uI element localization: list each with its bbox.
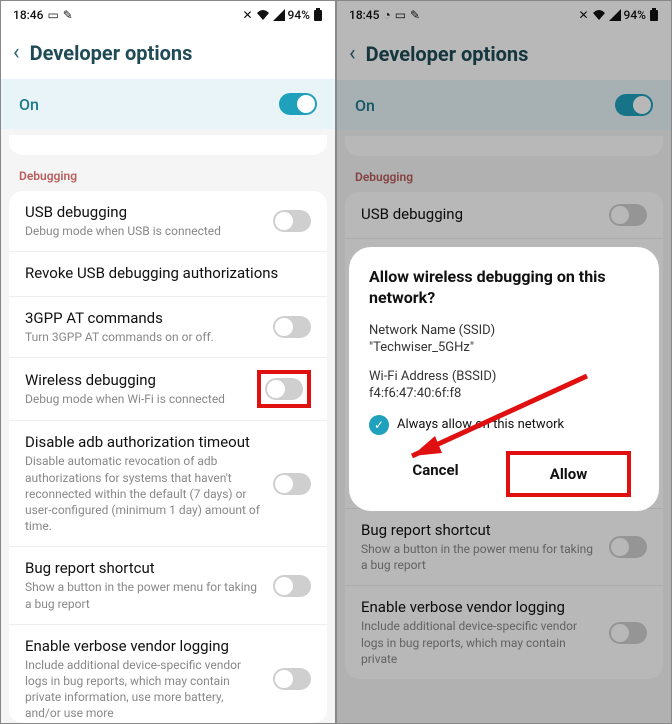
row-title: Bug report shortcut <box>25 559 261 577</box>
allow-button[interactable]: Allow <box>506 451 631 497</box>
row-3gpp[interactable]: 3GPP AT commands Turn 3GPP AT commands o… <box>9 296 327 357</box>
master-toggle[interactable] <box>279 93 317 115</box>
3gpp-toggle[interactable] <box>273 316 311 338</box>
ssid-value: "Techwiser_5GHz" <box>369 340 639 355</box>
left-phone-screen: 18:46 ▭ ✎ ✕ 94% ‹ Developer options On D… <box>0 0 336 724</box>
row-bug-report[interactable]: Bug report shortcut Show a button in the… <box>9 546 327 623</box>
checkbox-checked-icon[interactable]: ✓ <box>369 415 389 435</box>
wireless-debugging-dialog: Allow wireless debugging on this network… <box>349 247 659 511</box>
cancel-button[interactable]: Cancel <box>377 451 494 497</box>
section-debugging: Debugging <box>1 155 335 191</box>
row-title: Disable adb authorization timeout <box>25 433 261 451</box>
row-subtitle: Turn 3GPP AT commands on or off. <box>25 329 261 345</box>
back-icon[interactable]: ‹ <box>13 40 20 65</box>
row-usb-debugging[interactable]: USB debugging Debug mode when USB is con… <box>9 191 327 251</box>
wireless-debugging-toggle[interactable] <box>265 378 303 400</box>
mute-icon: ✕ <box>242 8 252 22</box>
ssid-label: Network Name (SSID) <box>369 323 639 338</box>
always-allow-label: Always allow on this network <box>397 417 564 432</box>
edit-icon: ✎ <box>63 8 73 22</box>
row-subtitle: Include additional device-specific vendo… <box>25 657 261 722</box>
row-revoke-auth[interactable]: Revoke USB debugging authorizations <box>9 251 327 296</box>
row-wireless-debugging[interactable]: Wireless debugging Debug mode when Wi-Fi… <box>9 357 327 420</box>
row-title: Wireless debugging <box>25 371 245 389</box>
row-verbose-logging[interactable]: Enable verbose vendor logging Include ad… <box>9 624 327 723</box>
usb-debugging-toggle[interactable] <box>273 210 311 232</box>
bssid-value: f4:f6:47:40:6f:f8 <box>369 386 639 401</box>
row-subtitle: Disable automatic revocation of adb auth… <box>25 453 261 534</box>
row-title: Revoke USB debugging authorizations <box>25 264 311 282</box>
settings-card: USB debugging Debug mode when USB is con… <box>9 191 327 723</box>
battery-icon <box>313 8 323 22</box>
row-title: 3GPP AT commands <box>25 309 261 327</box>
partial-card <box>9 135 327 155</box>
wifi-icon <box>256 9 270 21</box>
row-title: Enable verbose vendor logging <box>25 637 261 655</box>
header: ‹ Developer options <box>1 28 335 79</box>
status-time: 18:46 <box>13 8 43 22</box>
right-phone-screen: 18:45 ◔ ▭ ✎ ✕ 94% ‹ Developer options On… <box>336 0 672 724</box>
row-title: USB debugging <box>25 203 261 221</box>
row-subtitle: Debug mode when Wi-Fi is connected <box>25 391 245 407</box>
adb-timeout-toggle[interactable] <box>273 473 311 495</box>
row-subtitle: Show a button in the power menu for taki… <box>25 579 261 611</box>
always-allow-row[interactable]: ✓ Always allow on this network <box>369 415 639 435</box>
page-title: Developer options <box>30 41 193 65</box>
statusbar: 18:46 ▭ ✎ ✕ 94% <box>1 1 335 28</box>
battery-text: 94% <box>288 8 310 22</box>
signal-icon <box>273 9 285 21</box>
bug-report-toggle[interactable] <box>273 575 311 597</box>
master-toggle-row[interactable]: On <box>1 79 335 129</box>
master-toggle-label: On <box>19 95 39 114</box>
row-disable-adb-timeout[interactable]: Disable adb authorization timeout Disabl… <box>9 420 327 546</box>
dialog-title: Allow wireless debugging on this network… <box>369 267 639 309</box>
highlight-box <box>257 370 311 408</box>
row-subtitle: Debug mode when USB is connected <box>25 223 261 239</box>
gallery-icon: ▭ <box>47 8 58 22</box>
verbose-logging-toggle[interactable] <box>273 668 311 690</box>
bssid-label: Wi-Fi Address (BSSID) <box>369 369 639 384</box>
